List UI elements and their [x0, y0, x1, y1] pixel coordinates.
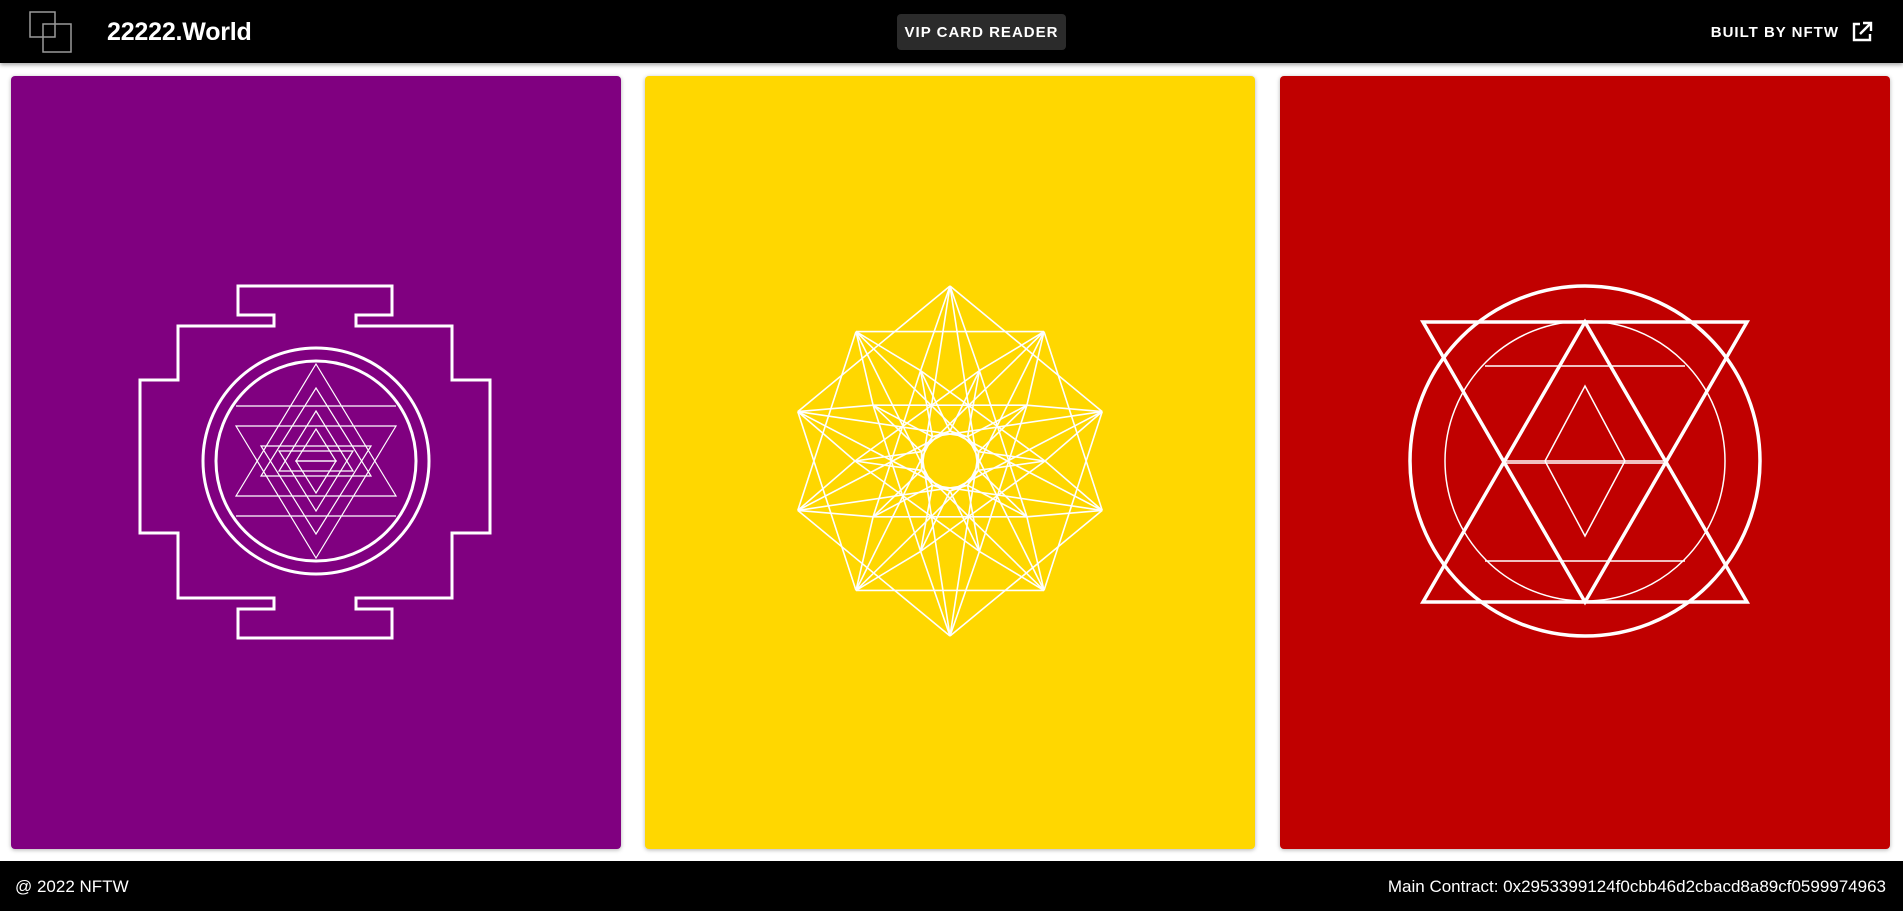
- footer-bar: @ 2022 NFTW Main Contract: 0x2953399124f…: [0, 861, 1903, 911]
- star-line: [949, 285, 980, 471]
- built-by-nftw-link[interactable]: BUILT BY NFTW: [1711, 18, 1873, 46]
- red-card[interactable]: [1280, 76, 1890, 849]
- star-line: [949, 451, 980, 637]
- star-line: [797, 509, 874, 518]
- star-line: [1043, 331, 1103, 511]
- yellow-card[interactable]: [645, 76, 1255, 849]
- star-line: [920, 451, 951, 637]
- star-line: [1026, 331, 1045, 406]
- top-navigation-bar: 22222.World VIP CARD READER BUILT BY NFT…: [0, 0, 1903, 63]
- built-by-label: BUILT BY NFTW: [1710, 23, 1839, 41]
- star-line: [797, 404, 874, 413]
- star-line: [855, 516, 874, 591]
- star-line: [1026, 509, 1103, 518]
- overlapping-squares-logo-icon[interactable]: [29, 11, 73, 53]
- star-of-david-circle-icon: [1408, 284, 1762, 638]
- star-line: [1043, 411, 1103, 591]
- site-title[interactable]: 22222.World: [107, 16, 252, 48]
- geometric-star-icon: [797, 285, 1103, 637]
- external-link-icon: [1851, 21, 1873, 43]
- sri-yantra-icon: [138, 284, 492, 640]
- star-line: [797, 411, 857, 591]
- purple-card[interactable]: [11, 76, 621, 849]
- main-contract-address[interactable]: Main Contract: 0x2953399124f0cbb46d2cbac…: [1388, 877, 1886, 897]
- star-line: [855, 331, 874, 406]
- vip-card-reader-button[interactable]: VIP CARD READER: [897, 14, 1066, 50]
- copyright-text: @ 2022 NFTW: [15, 877, 129, 896]
- star-line: [1026, 404, 1103, 413]
- star-line: [797, 331, 857, 511]
- star-line: [1026, 516, 1045, 591]
- star-line: [920, 285, 951, 471]
